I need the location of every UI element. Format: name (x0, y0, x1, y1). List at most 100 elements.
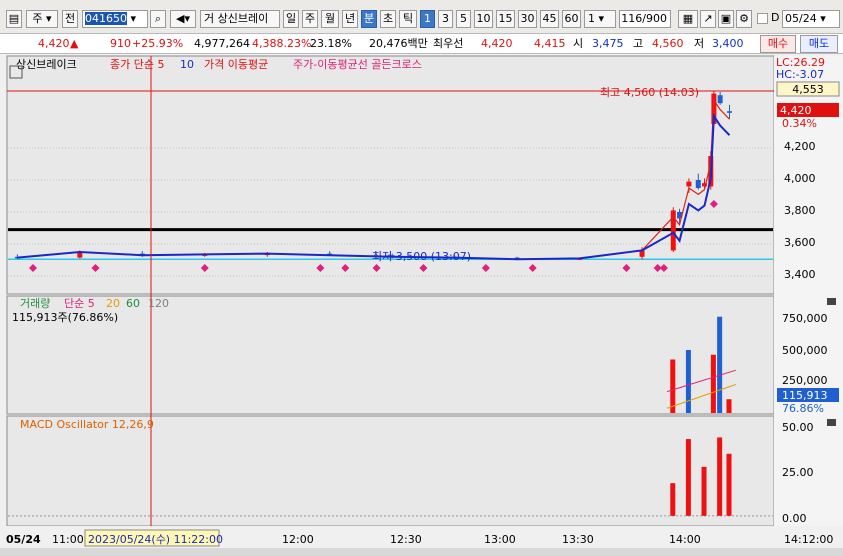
legend-ma10: 10 (180, 58, 194, 71)
interval-60[interactable]: 60 (562, 10, 581, 28)
interval-15[interactable]: 15 (496, 10, 515, 28)
interval-select[interactable]: 1 ▾ (584, 10, 616, 28)
stock-name-field[interactable]: 거 상신브레이 (200, 10, 280, 28)
date-checkbox[interactable] (757, 13, 768, 24)
stock-name: 상신브레이 (217, 12, 269, 25)
period-day[interactable]: 일 (283, 10, 299, 28)
market-select[interactable]: 주 ▾ (26, 10, 58, 28)
buy-button[interactable]: 매수 (760, 35, 796, 53)
best-bid: 4,415 (534, 37, 566, 50)
interval-5[interactable]: 5 (456, 10, 471, 28)
price-tick: 4,200 (784, 140, 816, 153)
candle-body (695, 180, 701, 188)
volume-box-pct: 76.86% (782, 402, 824, 415)
interval-30[interactable]: 30 (518, 10, 537, 28)
speaker-icon[interactable]: ◀▾ (170, 10, 196, 28)
chart-canvas[interactable]: 상신브레이크 종가 단순 5 10 가격 이동평균 주가-이동평균선 골든크로스… (0, 54, 843, 556)
macd-close-icon[interactable] (827, 419, 836, 426)
interval-10[interactable]: 10 (474, 10, 493, 28)
macd-tick: 25.00 (782, 466, 814, 479)
chart-window: ▤ 주 ▾ 전 041650 ▾ ⌕ ◀▾ 거 상신브레이 일 주 월 년 분 … (0, 0, 843, 556)
price-tick: 4,000 (784, 172, 816, 185)
volume-value: 115,913주(76.86%) (12, 311, 118, 324)
open-label: 시 (573, 37, 584, 50)
volume-legend-5: 단순 5 (64, 297, 95, 310)
high-label: 고 (633, 37, 644, 50)
volume-tick: 250,000 (782, 374, 828, 387)
period-week[interactable]: 주 (302, 10, 318, 28)
interval-3[interactable]: 3 (438, 10, 453, 28)
candle-body (727, 111, 733, 113)
low-value: 3,400 (712, 37, 744, 50)
macd-pane (6, 415, 775, 527)
settings-icon[interactable]: ⚙ (736, 10, 752, 28)
legend-golden-cross: 주가-이동평균선 골든크로스 (293, 58, 422, 71)
volume-box-text: 115,913 (782, 389, 828, 402)
price-tick: 3,600 (784, 236, 816, 249)
current-box-text: 4,420 (780, 104, 812, 117)
current-price: 4,420 (38, 37, 70, 50)
macd-bar (701, 466, 707, 516)
trade-amount: 20,476백만 (369, 37, 428, 50)
save-icon[interactable]: ▣ (718, 10, 734, 28)
period-tick[interactable]: 틱 (399, 10, 417, 28)
grid-icon[interactable]: ▦ (678, 10, 698, 28)
price-tick: 3,800 (784, 204, 816, 217)
date-input[interactable]: 05/24 ▾ (782, 10, 840, 28)
high-annotation: 최고 4,560 (14:03) (600, 86, 699, 99)
high-value: 4,560 (652, 37, 684, 50)
interval-1[interactable]: 1 (420, 10, 435, 28)
interval-select-value: 1 (588, 12, 595, 25)
quote-bar: 4,420 ▲ 910 +25.93% 4,977,264 4,388.23% … (0, 34, 843, 54)
volume-tick: 750,000 (782, 312, 828, 325)
volume-pane (6, 295, 775, 415)
macd-bar (726, 453, 732, 516)
low-annotation: 최저 3,500 (13:07) (372, 250, 471, 263)
open-value: 3,475 (592, 37, 624, 50)
volume-close-icon[interactable] (827, 298, 836, 305)
group-label: 거 (204, 12, 215, 25)
price-tab[interactable]: 상신브레이크 (16, 58, 77, 71)
all-button[interactable]: 전 (62, 10, 78, 28)
volume-bar (710, 354, 716, 413)
count-total: /900 (642, 12, 667, 25)
count-input[interactable]: 116/900 (619, 10, 671, 28)
period-year[interactable]: 년 (342, 10, 358, 28)
horizontal-scrollbar[interactable] (0, 548, 843, 556)
period-month[interactable]: 월 (321, 10, 339, 28)
best-ask: 4,420 (481, 37, 513, 50)
time-tick: 13:00 (484, 533, 516, 546)
stock-code-input[interactable]: 041650 ▾ (82, 10, 148, 28)
time-right-label: 14:12:00 (784, 533, 833, 546)
volume-bar (670, 359, 676, 413)
volume-tick: 500,000 (782, 344, 828, 357)
macd-bar (685, 439, 691, 516)
volume-value: 4,977,264 (194, 37, 250, 50)
macd-title: MACD Oscillator 12,26,9 (20, 418, 154, 431)
search-icon[interactable]: ⌕ (150, 10, 166, 28)
interval-45[interactable]: 45 (540, 10, 559, 28)
macd-bar (717, 437, 723, 516)
date-label: D (771, 11, 780, 24)
volume-bar (726, 399, 732, 413)
period-minute[interactable]: 분 (361, 10, 377, 28)
volume-title: 거래량 (20, 297, 50, 310)
time-tick: 11:00 (52, 533, 84, 546)
pct-box-text: 0.34% (782, 117, 817, 130)
best-ask-label: 최우선 (433, 37, 464, 50)
chart-toolbar: ▤ 주 ▾ 전 041650 ▾ ⌕ ◀▾ 거 상신브레이 일 주 월 년 분 … (0, 0, 843, 34)
change-value: 910 (110, 37, 131, 50)
layout-icon[interactable]: ▤ (6, 10, 22, 28)
date-value: 05/24 (785, 12, 817, 25)
sell-button[interactable]: 매도 (800, 35, 838, 53)
market-label: 주 (32, 12, 43, 25)
stock-code-value: 041650 (85, 12, 127, 25)
candle-body (686, 181, 692, 187)
volume-bar (717, 316, 723, 413)
price-tick: 3,400 (784, 268, 816, 281)
cursor-time-label: 2023/05/24(수) 11:22:00 (88, 533, 223, 546)
volume-bar (685, 349, 691, 413)
draw-icon[interactable]: ↗ (700, 10, 716, 28)
period-second[interactable]: 초 (380, 10, 396, 28)
legend-ma5: 종가 단순 5 (110, 58, 164, 71)
